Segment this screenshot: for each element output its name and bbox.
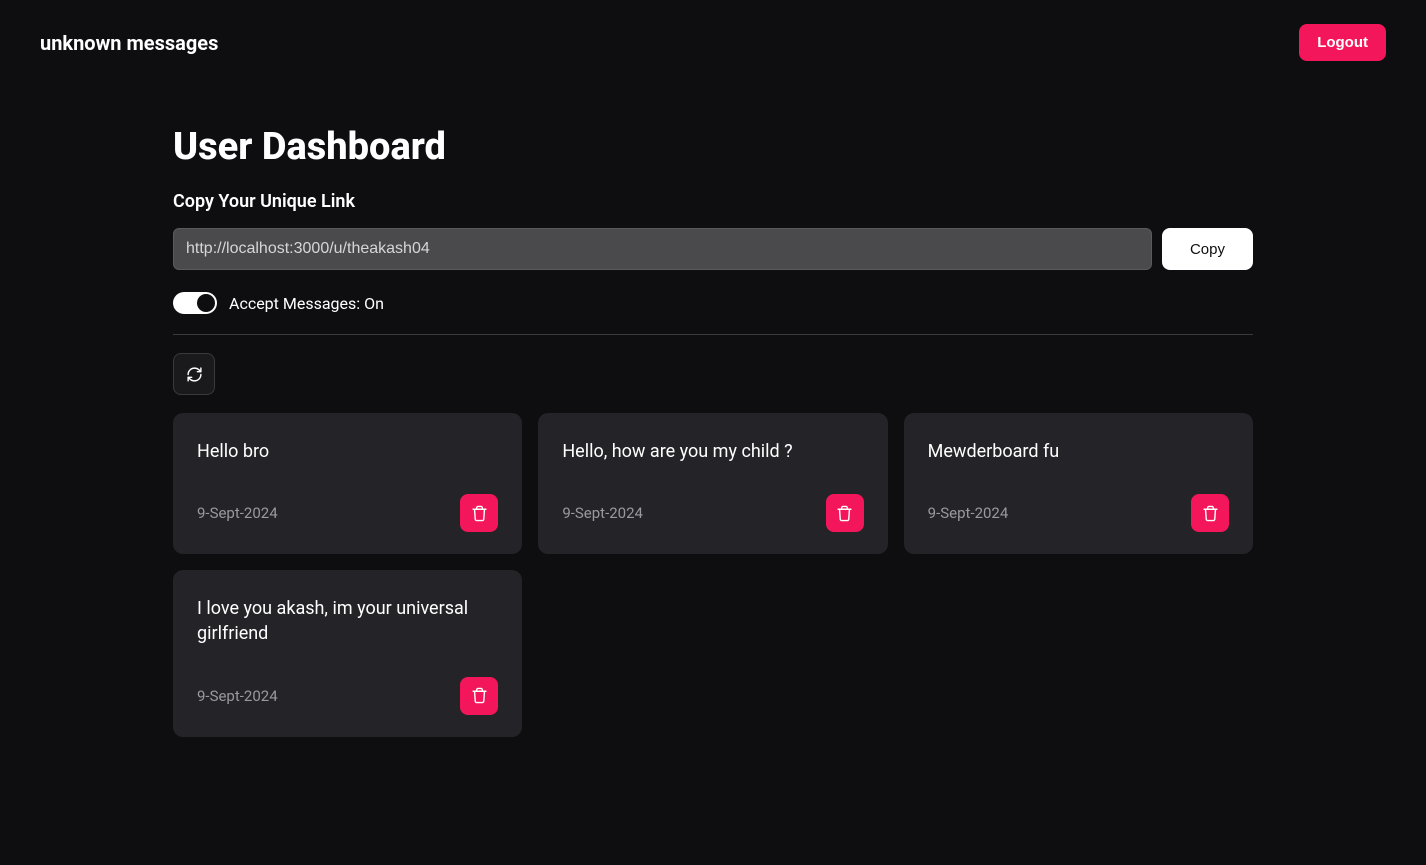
refresh-button[interactable] (173, 353, 215, 395)
accept-messages-toggle[interactable] (173, 292, 217, 314)
message-date: 9-Sept-2024 (197, 687, 278, 705)
trash-icon (836, 505, 853, 522)
trash-icon (471, 687, 488, 704)
delete-button[interactable] (460, 677, 498, 715)
message-footer: 9-Sept-2024 (197, 494, 498, 532)
message-card: Mewderboard fu 9-Sept-2024 (904, 413, 1253, 554)
app-header: unknown messages Logout (0, 0, 1426, 85)
message-text: I love you akash, im your universal girl… (197, 596, 498, 646)
message-text: Hello, how are you my child ? (562, 439, 863, 464)
refresh-icon (186, 366, 203, 383)
message-date: 9-Sept-2024 (928, 504, 1009, 522)
trash-icon (471, 505, 488, 522)
message-footer: 9-Sept-2024 (928, 494, 1229, 532)
logout-button[interactable]: Logout (1299, 24, 1386, 61)
message-text: Hello bro (197, 439, 498, 464)
message-date: 9-Sept-2024 (562, 504, 643, 522)
section-divider (173, 334, 1253, 335)
link-row: Copy (173, 228, 1253, 270)
link-section-label: Copy Your Unique Link (173, 191, 1253, 212)
message-date: 9-Sept-2024 (197, 504, 278, 522)
page-title: User Dashboard (173, 125, 1253, 169)
app-title: unknown messages (40, 31, 218, 55)
dashboard-container: User Dashboard Copy Your Unique Link Cop… (163, 85, 1263, 737)
trash-icon (1202, 505, 1219, 522)
accept-messages-label: Accept Messages: On (229, 294, 384, 313)
messages-grid: Hello bro9-Sept-2024Hello, how are you m… (173, 413, 1253, 737)
delete-button[interactable] (460, 494, 498, 532)
message-card: Hello, how are you my child ? 9-Sept-2024 (538, 413, 887, 554)
unique-link-input[interactable] (173, 228, 1152, 270)
accept-messages-row: Accept Messages: On (173, 292, 1253, 314)
toggle-knob (197, 294, 215, 312)
message-card: I love you akash, im your universal girl… (173, 570, 522, 736)
copy-button[interactable]: Copy (1162, 228, 1253, 270)
message-footer: 9-Sept-2024 (197, 677, 498, 715)
delete-button[interactable] (1191, 494, 1229, 532)
message-footer: 9-Sept-2024 (562, 494, 863, 532)
message-card: Hello bro 9-Sept-2024 (173, 413, 522, 554)
message-text: Mewderboard fu (928, 439, 1229, 464)
delete-button[interactable] (826, 494, 864, 532)
